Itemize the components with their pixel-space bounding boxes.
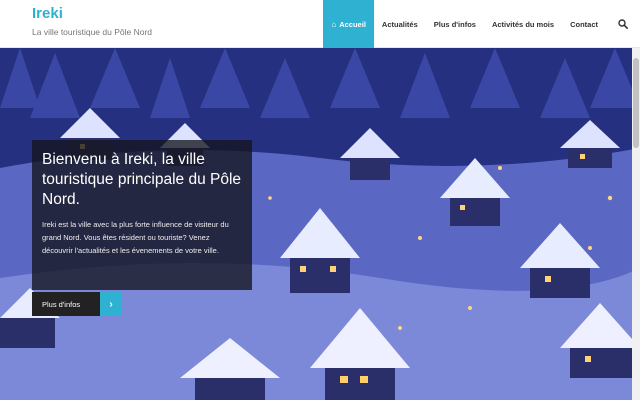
site-tagline: La ville touristique du Pôle Nord xyxy=(32,27,153,37)
nav-item-label: Contact xyxy=(570,19,598,29)
hero-title: Bienvenu à Ireki, la ville touristique p… xyxy=(42,151,242,208)
nav-item-accueil[interactable]: ⌂ Accueil xyxy=(323,0,374,48)
brand: Ireki La ville touristique du Pôle Nord xyxy=(32,5,152,37)
nav-item-label: Actualités xyxy=(381,19,418,29)
chevron-right-icon: › xyxy=(100,292,122,316)
hero-caption: Bienvenu à Ireki, la ville touristique p… xyxy=(32,140,252,290)
hero-text: Ireki est la ville avec la plus forte in… xyxy=(42,220,229,255)
nav-item-label: Accueil xyxy=(339,19,366,29)
nav-item-activites[interactable]: Activités du mois xyxy=(484,0,562,48)
nav-item-label: Plus d'infos xyxy=(433,19,476,29)
site-title[interactable]: Ireki xyxy=(32,5,152,23)
more-info-label: Plus d'infos xyxy=(32,292,100,316)
site-header: Ireki La ville touristique du Pôle Nord … xyxy=(0,0,640,48)
nav-item-label: Activités du mois xyxy=(491,19,555,29)
main-nav: ⌂ Accueil Actualités Plus d'infos Activi… xyxy=(323,0,640,48)
nav-item-contact[interactable]: Contact xyxy=(562,0,606,48)
search-icon xyxy=(618,19,628,29)
search-button[interactable] xyxy=(606,0,640,48)
page-scrollbar[interactable] xyxy=(632,48,640,400)
home-icon: ⌂ xyxy=(331,19,337,29)
nav-item-actualites[interactable]: Actualités xyxy=(374,0,426,48)
scrollbar-thumb[interactable] xyxy=(633,58,639,148)
nav-item-plus-dinfos[interactable]: Plus d'infos xyxy=(426,0,484,48)
more-info-button[interactable]: Plus d'infos › xyxy=(32,292,122,316)
